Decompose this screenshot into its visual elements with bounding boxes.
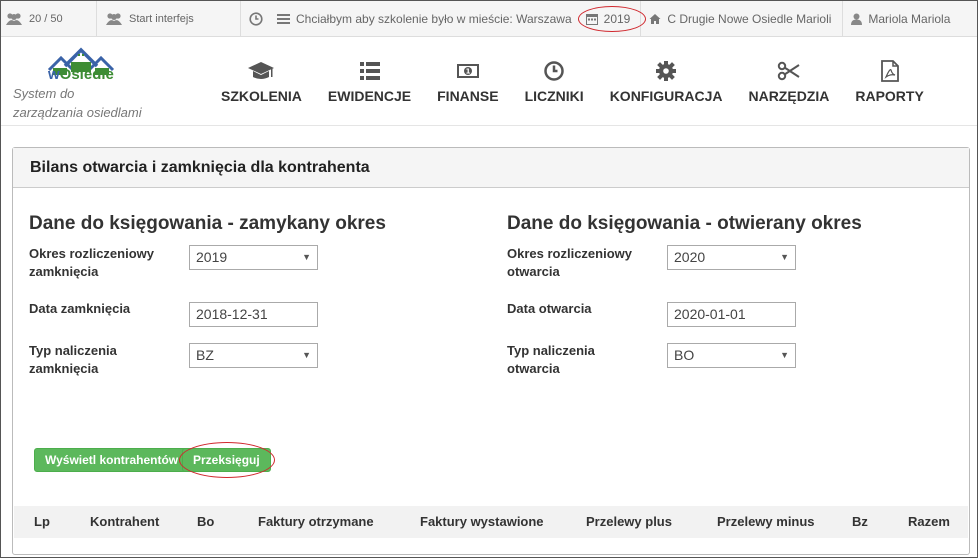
repost-highlight-oval xyxy=(179,442,275,478)
label-line: zamknięcia xyxy=(29,264,99,279)
estate-label: C Drugie Nowe Osiedle Marioli xyxy=(667,11,832,26)
select-value: 2020 xyxy=(674,249,706,265)
select-value: 2019 xyxy=(196,249,228,265)
money-icon: 1 xyxy=(456,64,479,78)
home-icon xyxy=(649,13,661,24)
label-line: Typ naliczenia xyxy=(29,343,117,358)
balance-panel: Bilans otwarcia i zamknięcia dla kontrah… xyxy=(12,147,970,555)
closing-type-label: Typ naliczenia zamknięcia xyxy=(29,342,117,378)
clock-icon xyxy=(249,11,263,26)
closing-period-label: Okres rozliczeniowy zamknięcia xyxy=(29,245,154,281)
select-value: BZ xyxy=(196,347,214,363)
users-count-label: 20 / 50 xyxy=(29,12,63,25)
logo-name: Osiedle xyxy=(59,66,114,83)
opening-type-label: Typ naliczenia otwarcia xyxy=(507,342,595,378)
column-header-faktury-otrzymane[interactable]: Faktury otrzymane xyxy=(258,514,374,529)
label-line: zamknięcia xyxy=(29,361,99,376)
label-line: otwarcia xyxy=(507,264,560,279)
nav-label: FINANSE xyxy=(437,88,499,104)
closing-period-select[interactable]: 2019 ▼ xyxy=(189,245,318,270)
column-header-faktury-wystawione[interactable]: Faktury wystawione xyxy=(420,514,544,529)
table-header: Lp Kontrahent Bo Faktury otrzymane Faktu… xyxy=(14,506,968,538)
list-icon xyxy=(359,62,380,80)
user-menu[interactable]: Mariola Mariola xyxy=(843,1,958,36)
top-bar: 20 / 50 Start interfejs Chciałbym aby sz… xyxy=(1,1,977,37)
opening-section-title: Dane do księgowania - otwierany okres xyxy=(507,213,862,234)
gear-icon xyxy=(656,61,677,81)
chevron-down-icon: ▼ xyxy=(302,350,311,360)
nav-label: LICZNIKI xyxy=(524,88,584,104)
panel-title: Bilans otwarcia i zamknięcia dla kontrah… xyxy=(13,148,969,188)
closing-type-select[interactable]: BZ ▼ xyxy=(189,343,318,368)
nav-label: SZKOLENIA xyxy=(221,88,302,104)
user-icon xyxy=(851,13,863,25)
chevron-down-icon: ▼ xyxy=(780,350,789,360)
column-header-bo[interactable]: Bo xyxy=(197,514,214,529)
graduation-cap-icon xyxy=(248,62,275,79)
nav-label: EWIDENCJE xyxy=(327,88,412,104)
users-icon xyxy=(6,12,22,25)
svg-text:1: 1 xyxy=(465,68,470,76)
nav-raporty[interactable]: RAPORTY xyxy=(855,60,924,104)
logo[interactable]: wOsiedle xyxy=(48,66,114,83)
column-header-bz[interactable]: Bz xyxy=(852,514,868,529)
nav-liczniki[interactable]: LICZNIKI xyxy=(525,60,584,104)
show-contractors-button[interactable]: Wyświetl kontrahentów xyxy=(34,448,190,472)
main-nav: SZKOLENIA EWIDENCJE 1 FINANSE LICZNIKI K… xyxy=(221,60,950,104)
column-header-lp[interactable]: Lp xyxy=(34,514,50,529)
nav-label: RAPORTY xyxy=(855,88,924,104)
start-interface-label: Start interfejs xyxy=(129,12,194,25)
select-value: BO xyxy=(674,347,695,363)
logo-prefix: w xyxy=(48,66,60,83)
opening-date-input[interactable]: 2020-01-01 xyxy=(667,302,796,327)
user-name: Mariola Mariola xyxy=(868,11,951,26)
nav-finanse[interactable]: 1 FINANSE xyxy=(437,60,499,104)
column-header-przelewy-plus[interactable]: Przelewy plus xyxy=(586,514,672,529)
scissors-icon xyxy=(777,61,800,81)
opening-date-label: Data otwarcia xyxy=(507,301,592,316)
year-highlight-oval xyxy=(577,6,646,32)
nav-narzedzia[interactable]: NARZĘDZIA xyxy=(748,60,829,104)
message-item[interactable]: Chciałbym aby szkolenie było w mieście: … xyxy=(271,1,580,36)
nav-label: KONFIGURACJA xyxy=(609,88,723,104)
clock-icon xyxy=(544,61,564,81)
column-header-przelewy-minus[interactable]: Przelewy minus xyxy=(717,514,815,529)
pdf-icon xyxy=(880,60,899,82)
message-text: Chciałbym aby szkolenie było w mieście: … xyxy=(296,11,572,26)
tagline-line1: System do xyxy=(13,86,75,101)
tagline-line2: zarządzania osiedlami xyxy=(13,105,142,120)
label-line: otwarcia xyxy=(507,361,560,376)
opening-type-select[interactable]: BO ▼ xyxy=(667,343,796,368)
tagline: System do zarządzania osiedlami xyxy=(13,84,142,122)
users-count[interactable]: 20 / 50 xyxy=(1,1,97,36)
label-line: Okres rozliczeniowy xyxy=(507,246,632,261)
chevron-down-icon: ▼ xyxy=(780,252,789,262)
nav-konfiguracja[interactable]: KONFIGURACJA xyxy=(609,60,723,104)
column-header-kontrahent[interactable]: Kontrahent xyxy=(90,514,159,529)
menu-icon xyxy=(277,13,290,24)
year-selector[interactable]: 2019 xyxy=(577,1,646,36)
label-line: Okres rozliczeniowy xyxy=(29,246,154,261)
opening-period-select[interactable]: 2020 ▼ xyxy=(667,245,796,270)
closing-section-title: Dane do księgowania - zamykany okres xyxy=(29,213,386,234)
nav-label: NARZĘDZIA xyxy=(748,88,830,104)
start-interface-link[interactable]: Start interfejs xyxy=(97,1,241,36)
users-icon xyxy=(106,12,122,25)
label-line: Typ naliczenia xyxy=(507,343,595,358)
clock-button[interactable] xyxy=(241,1,271,36)
main-header: wOsiedle System do zarządzania osiedlami… xyxy=(1,38,977,126)
closing-date-label: Data zamknięcia xyxy=(29,301,131,316)
estate-selector[interactable]: C Drugie Nowe Osiedle Marioli xyxy=(641,1,844,36)
column-header-razem[interactable]: Razem xyxy=(908,514,950,529)
opening-period-label: Okres rozliczeniowy otwarcia xyxy=(507,245,632,281)
chevron-down-icon: ▼ xyxy=(302,252,311,262)
nav-szkolenia[interactable]: SZKOLENIA xyxy=(221,60,302,104)
closing-date-input[interactable]: 2018-12-31 xyxy=(189,302,318,327)
nav-ewidencje[interactable]: EWIDENCJE xyxy=(328,60,411,104)
